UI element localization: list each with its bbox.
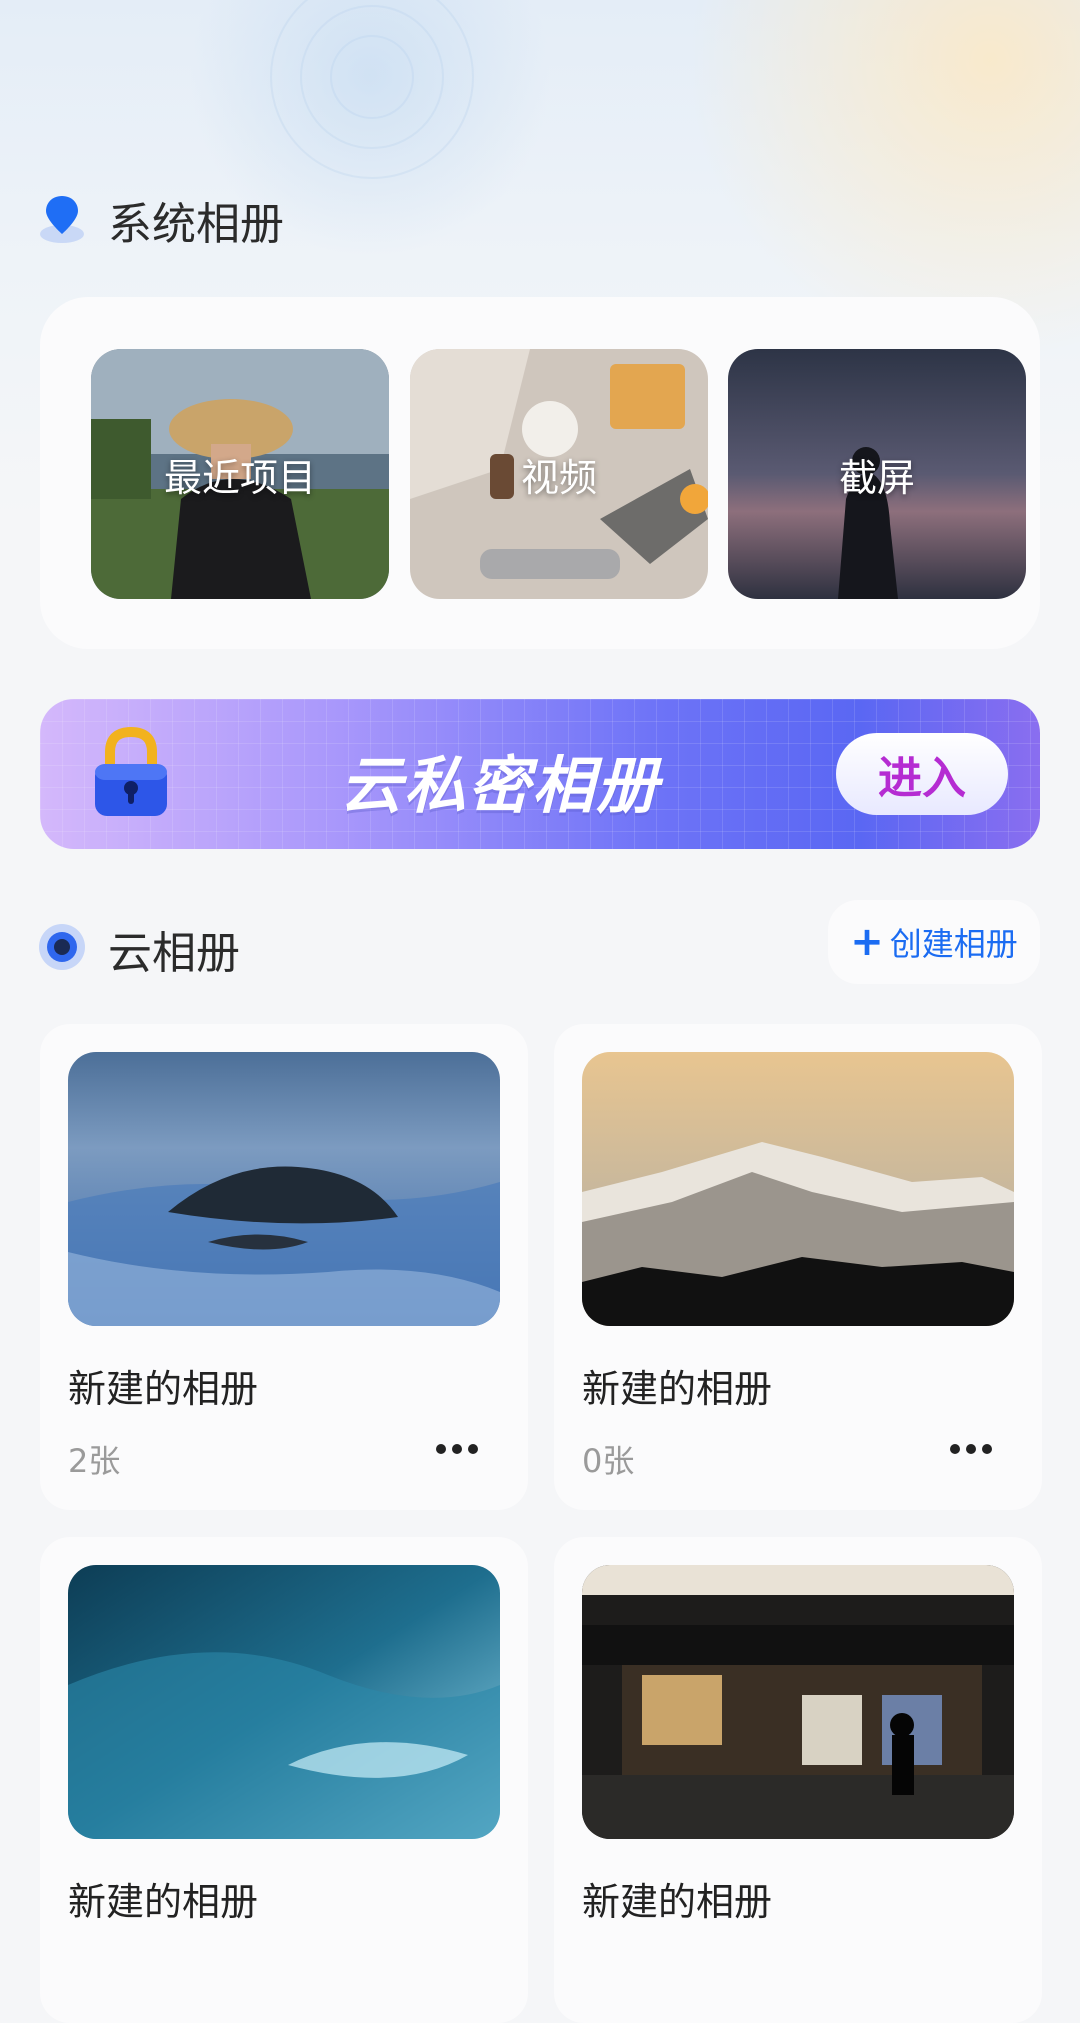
tile-screenshots-label: 截屏	[838, 455, 915, 500]
decor-ring	[330, 35, 414, 119]
create-album-button[interactable]: + 创建相册	[828, 900, 1040, 984]
album-name: 新建的相册	[68, 1367, 259, 1411]
album-cover	[582, 1565, 1014, 1839]
more-dots-icon[interactable]	[950, 1444, 992, 1454]
album-cover	[68, 1565, 500, 1839]
tile-screenshots[interactable]: 截屏	[728, 349, 1026, 599]
cloud-album-title: 云相册	[108, 928, 240, 979]
album-card[interactable]: 新建的相册	[554, 1537, 1042, 2023]
enter-button[interactable]: 进入	[836, 733, 1008, 815]
tile-videos[interactable]: 视频	[410, 349, 708, 599]
system-album-header: 系统相册	[38, 188, 284, 252]
plus-icon: +	[850, 919, 884, 965]
album-name: 新建的相册	[68, 1880, 259, 1924]
album-count: 2张	[68, 1442, 121, 1480]
cloud-album-header: 云相册	[38, 917, 240, 981]
location-pin-icon	[38, 192, 86, 248]
album-name: 新建的相册	[582, 1367, 773, 1411]
album-cover	[582, 1052, 1014, 1326]
more-dots-icon[interactable]	[436, 1444, 478, 1454]
album-card[interactable]: 新建的相册 2张	[40, 1024, 528, 1510]
system-album-card: 最近项目 视频 截屏	[40, 297, 1040, 649]
album-name: 新建的相册	[582, 1880, 773, 1924]
radio-dot-icon	[38, 923, 86, 975]
tile-recent[interactable]: 最近项目	[91, 349, 389, 599]
private-album-title: 云私密相册	[340, 749, 661, 822]
album-card[interactable]: 新建的相册 0张	[554, 1024, 1042, 1510]
tile-recent-label: 最近项目	[163, 455, 316, 500]
lock-icon	[90, 724, 172, 824]
album-count: 0张	[582, 1442, 635, 1480]
system-album-title: 系统相册	[108, 199, 284, 250]
album-card[interactable]: 新建的相册	[40, 1537, 528, 2023]
album-cover	[68, 1052, 500, 1326]
tile-videos-label: 视频	[520, 455, 597, 500]
private-album-banner[interactable]: 云私密相册 进入	[40, 699, 1040, 849]
create-album-label: 创建相册	[889, 925, 1018, 963]
